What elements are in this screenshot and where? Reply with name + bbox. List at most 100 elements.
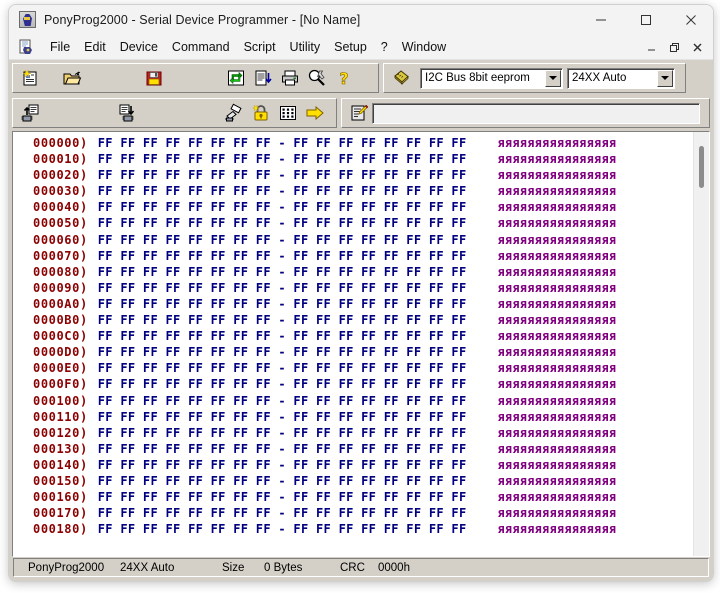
hex-editor-document[interactable]: 000000)FF FF FF FF FF FF FF FF - FF FF F… xyxy=(12,131,710,557)
hex-row[interactable]: 0000C0)FF FF FF FF FF FF FF FF - FF FF F… xyxy=(13,329,693,345)
menu-utility[interactable]: Utility xyxy=(283,38,328,56)
config-bits-button[interactable] xyxy=(275,101,300,125)
hex-row-bytes[interactable]: FF FF FF FF FF FF FF FF - FF FF FF FF FF… xyxy=(88,233,467,247)
program-button[interactable] xyxy=(302,101,327,125)
hex-row-bytes[interactable]: FF FF FF FF FF FF FF FF - FF FF FF FF FF… xyxy=(88,506,467,520)
menu-device[interactable]: Device xyxy=(113,38,165,56)
hex-row-bytes[interactable]: FF FF FF FF FF FF FF FF - FF FF FF FF FF… xyxy=(88,297,467,311)
hex-row[interactable]: 000070)FF FF FF FF FF FF FF FF - FF FF F… xyxy=(13,249,693,265)
menu-window[interactable]: Window xyxy=(395,38,453,56)
close-button[interactable] xyxy=(668,5,713,34)
hex-row-bytes[interactable]: FF FF FF FF FF FF FF FF - FF FF FF FF FF… xyxy=(88,265,467,279)
hex-row[interactable]: 000030)FF FF FF FF FF FF FF FF - FF FF F… xyxy=(13,184,693,200)
hex-row-bytes[interactable]: FF FF FF FF FF FF FF FF - FF FF FF FF FF… xyxy=(88,458,467,472)
help-button[interactable]: ? xyxy=(331,66,356,90)
hex-row[interactable]: 000150)FF FF FF FF FF FF FF FF - FF FF F… xyxy=(13,474,693,490)
hex-row[interactable]: 000130)FF FF FF FF FF FF FF FF - FF FF F… xyxy=(13,442,693,458)
device-family-combo[interactable]: I2C Bus 8bit eeprom xyxy=(420,68,563,89)
hex-row[interactable]: 000000)FF FF FF FF FF FF FF FF - FF FF F… xyxy=(13,136,693,152)
hex-row-bytes[interactable]: FF FF FF FF FF FF FF FF - FF FF FF FF FF… xyxy=(88,490,467,504)
hex-row-bytes[interactable]: FF FF FF FF FF FF FF FF - FF FF FF FF FF… xyxy=(88,426,467,440)
note-input[interactable] xyxy=(372,103,700,124)
hex-row-bytes[interactable]: FF FF FF FF FF FF FF FF - FF FF FF FF FF… xyxy=(88,313,467,327)
new-document-button[interactable] xyxy=(17,66,42,90)
hex-row-ascii[interactable]: яяяяяяяяяяяяяяяя xyxy=(467,329,617,343)
hex-row-ascii[interactable]: яяяяяяяяяяяяяяяя xyxy=(467,474,617,488)
device-model-combo[interactable]: 24XX Auto xyxy=(567,68,675,89)
write-device-button[interactable] xyxy=(115,101,140,125)
hex-row[interactable]: 000020)FF FF FF FF FF FF FF FF - FF FF F… xyxy=(13,168,693,184)
hex-row-bytes[interactable]: FF FF FF FF FF FF FF FF - FF FF FF FF FF… xyxy=(88,200,467,214)
open-document-button[interactable] xyxy=(59,66,84,90)
hex-row-ascii[interactable]: яяяяяяяяяяяяяяяя xyxy=(467,136,617,150)
hex-row-bytes[interactable]: FF FF FF FF FF FF FF FF - FF FF FF FF FF… xyxy=(88,410,467,424)
device-model-chevron-down-icon[interactable] xyxy=(657,70,673,87)
hex-row-bytes[interactable]: FF FF FF FF FF FF FF FF - FF FF FF FF FF… xyxy=(88,152,467,166)
note-pencil-button[interactable] xyxy=(346,101,371,125)
hex-row-ascii[interactable]: яяяяяяяяяяяяяяяя xyxy=(467,168,617,182)
vertical-scrollbar[interactable] xyxy=(693,132,709,556)
hex-row-ascii[interactable]: яяяяяяяяяяяяяяяя xyxy=(467,200,617,214)
device-family-chevron-down-icon[interactable] xyxy=(545,70,561,87)
hex-row-bytes[interactable]: FF FF FF FF FF FF FF FF - FF FF FF FF FF… xyxy=(88,522,467,536)
hex-row-ascii[interactable]: яяяяяяяяяяяяяяяя xyxy=(467,442,617,456)
hex-row-bytes[interactable]: FF FF FF FF FF FF FF FF - FF FF FF FF FF… xyxy=(88,377,467,391)
hex-row[interactable]: 000050)FF FF FF FF FF FF FF FF - FF FF F… xyxy=(13,216,693,232)
mdi-minimize-button[interactable] xyxy=(640,37,663,58)
hex-row[interactable]: 000010)FF FF FF FF FF FF FF FF - FF FF F… xyxy=(13,152,693,168)
hex-row[interactable]: 000090)FF FF FF FF FF FF FF FF - FF FF F… xyxy=(13,281,693,297)
hex-row-bytes[interactable]: FF FF FF FF FF FF FF FF - FF FF FF FF FF… xyxy=(88,329,467,343)
hex-row-ascii[interactable]: яяяяяяяяяяяяяяяя xyxy=(467,249,617,263)
hex-row[interactable]: 000160)FF FF FF FF FF FF FF FF - FF FF F… xyxy=(13,490,693,506)
menu-script[interactable]: Script xyxy=(237,38,283,56)
hex-row-ascii[interactable]: яяяяяяяяяяяяяяяя xyxy=(467,490,617,504)
menu-help[interactable]: ? xyxy=(374,38,395,56)
hex-row-ascii[interactable]: яяяяяяяяяяяяяяяя xyxy=(467,345,617,359)
hex-row[interactable]: 000040)FF FF FF FF FF FF FF FF - FF FF F… xyxy=(13,200,693,216)
document-down-arrow-button[interactable] xyxy=(250,66,275,90)
minimize-button[interactable] xyxy=(578,5,623,34)
hex-row[interactable]: 000170)FF FF FF FF FF FF FF FF - FF FF F… xyxy=(13,506,693,522)
hex-row-ascii[interactable]: яяяяяяяяяяяяяяяя xyxy=(467,152,617,166)
security-bits-button[interactable] xyxy=(248,101,273,125)
hex-row-ascii[interactable]: яяяяяяяяяяяяяяяя xyxy=(467,458,617,472)
hex-row-bytes[interactable]: FF FF FF FF FF FF FF FF - FF FF FF FF FF… xyxy=(88,442,467,456)
hex-row-ascii[interactable]: яяяяяяяяяяяяяяяя xyxy=(467,426,617,440)
hex-row-bytes[interactable]: FF FF FF FF FF FF FF FF - FF FF FF FF FF… xyxy=(88,216,467,230)
hex-row-ascii[interactable]: яяяяяяяяяяяяяяяя xyxy=(467,522,617,536)
hex-row-ascii[interactable]: яяяяяяяяяяяяяяяя xyxy=(467,410,617,424)
hex-row[interactable]: 000110)FF FF FF FF FF FF FF FF - FF FF F… xyxy=(13,410,693,426)
hex-row-bytes[interactable]: FF FF FF FF FF FF FF FF - FF FF FF FF FF… xyxy=(88,281,467,295)
menu-setup[interactable]: Setup xyxy=(327,38,374,56)
hex-row-bytes[interactable]: FF FF FF FF FF FF FF FF - FF FF FF FF FF… xyxy=(88,474,467,488)
hex-row-ascii[interactable]: яяяяяяяяяяяяяяяя xyxy=(467,506,617,520)
hex-row-ascii[interactable]: яяяяяяяяяяяяяяяя xyxy=(467,265,617,279)
hex-row-ascii[interactable]: яяяяяяяяяяяяяяяя xyxy=(467,281,617,295)
reload-button[interactable] xyxy=(223,66,248,90)
hex-row[interactable]: 000180)FF FF FF FF FF FF FF FF - FF FF F… xyxy=(13,522,693,538)
hex-row-bytes[interactable]: FF FF FF FF FF FF FF FF - FF FF FF FF FF… xyxy=(88,136,467,150)
device-select-button[interactable] xyxy=(388,66,413,90)
hex-row-ascii[interactable]: яяяяяяяяяяяяяяяя xyxy=(467,297,617,311)
hex-row-bytes[interactable]: FF FF FF FF FF FF FF FF - FF FF FF FF FF… xyxy=(88,394,467,408)
save-document-button[interactable] xyxy=(141,66,166,90)
hex-row-bytes[interactable]: FF FF FF FF FF FF FF FF - FF FF FF FF FF… xyxy=(88,249,467,263)
read-device-button[interactable] xyxy=(17,101,42,125)
print-button[interactable] xyxy=(277,66,302,90)
mdi-close-button[interactable] xyxy=(686,37,709,58)
maximize-button[interactable] xyxy=(623,5,668,34)
hex-row[interactable]: 000140)FF FF FF FF FF FF FF FF - FF FF F… xyxy=(13,458,693,474)
hex-row[interactable]: 0000B0)FF FF FF FF FF FF FF FF - FF FF F… xyxy=(13,313,693,329)
hex-row-ascii[interactable]: яяяяяяяяяяяяяяяя xyxy=(467,233,617,247)
erase-device-button[interactable] xyxy=(221,101,246,125)
hex-row-ascii[interactable]: яяяяяяяяяяяяяяяя xyxy=(467,394,617,408)
hex-row-ascii[interactable]: яяяяяяяяяяяяяяяя xyxy=(467,377,617,391)
hex-row-ascii[interactable]: яяяяяяяяяяяяяяяя xyxy=(467,216,617,230)
hex-row[interactable]: 0000A0)FF FF FF FF FF FF FF FF - FF FF F… xyxy=(13,297,693,313)
hex-row[interactable]: 0000E0)FF FF FF FF FF FF FF FF - FF FF F… xyxy=(13,361,693,377)
calibration-button[interactable] xyxy=(304,66,329,90)
mdi-restore-button[interactable] xyxy=(663,37,686,58)
hex-row[interactable]: 0000F0)FF FF FF FF FF FF FF FF - FF FF F… xyxy=(13,377,693,393)
hex-row[interactable]: 0000D0)FF FF FF FF FF FF FF FF - FF FF F… xyxy=(13,345,693,361)
hex-row-bytes[interactable]: FF FF FF FF FF FF FF FF - FF FF FF FF FF… xyxy=(88,361,467,375)
